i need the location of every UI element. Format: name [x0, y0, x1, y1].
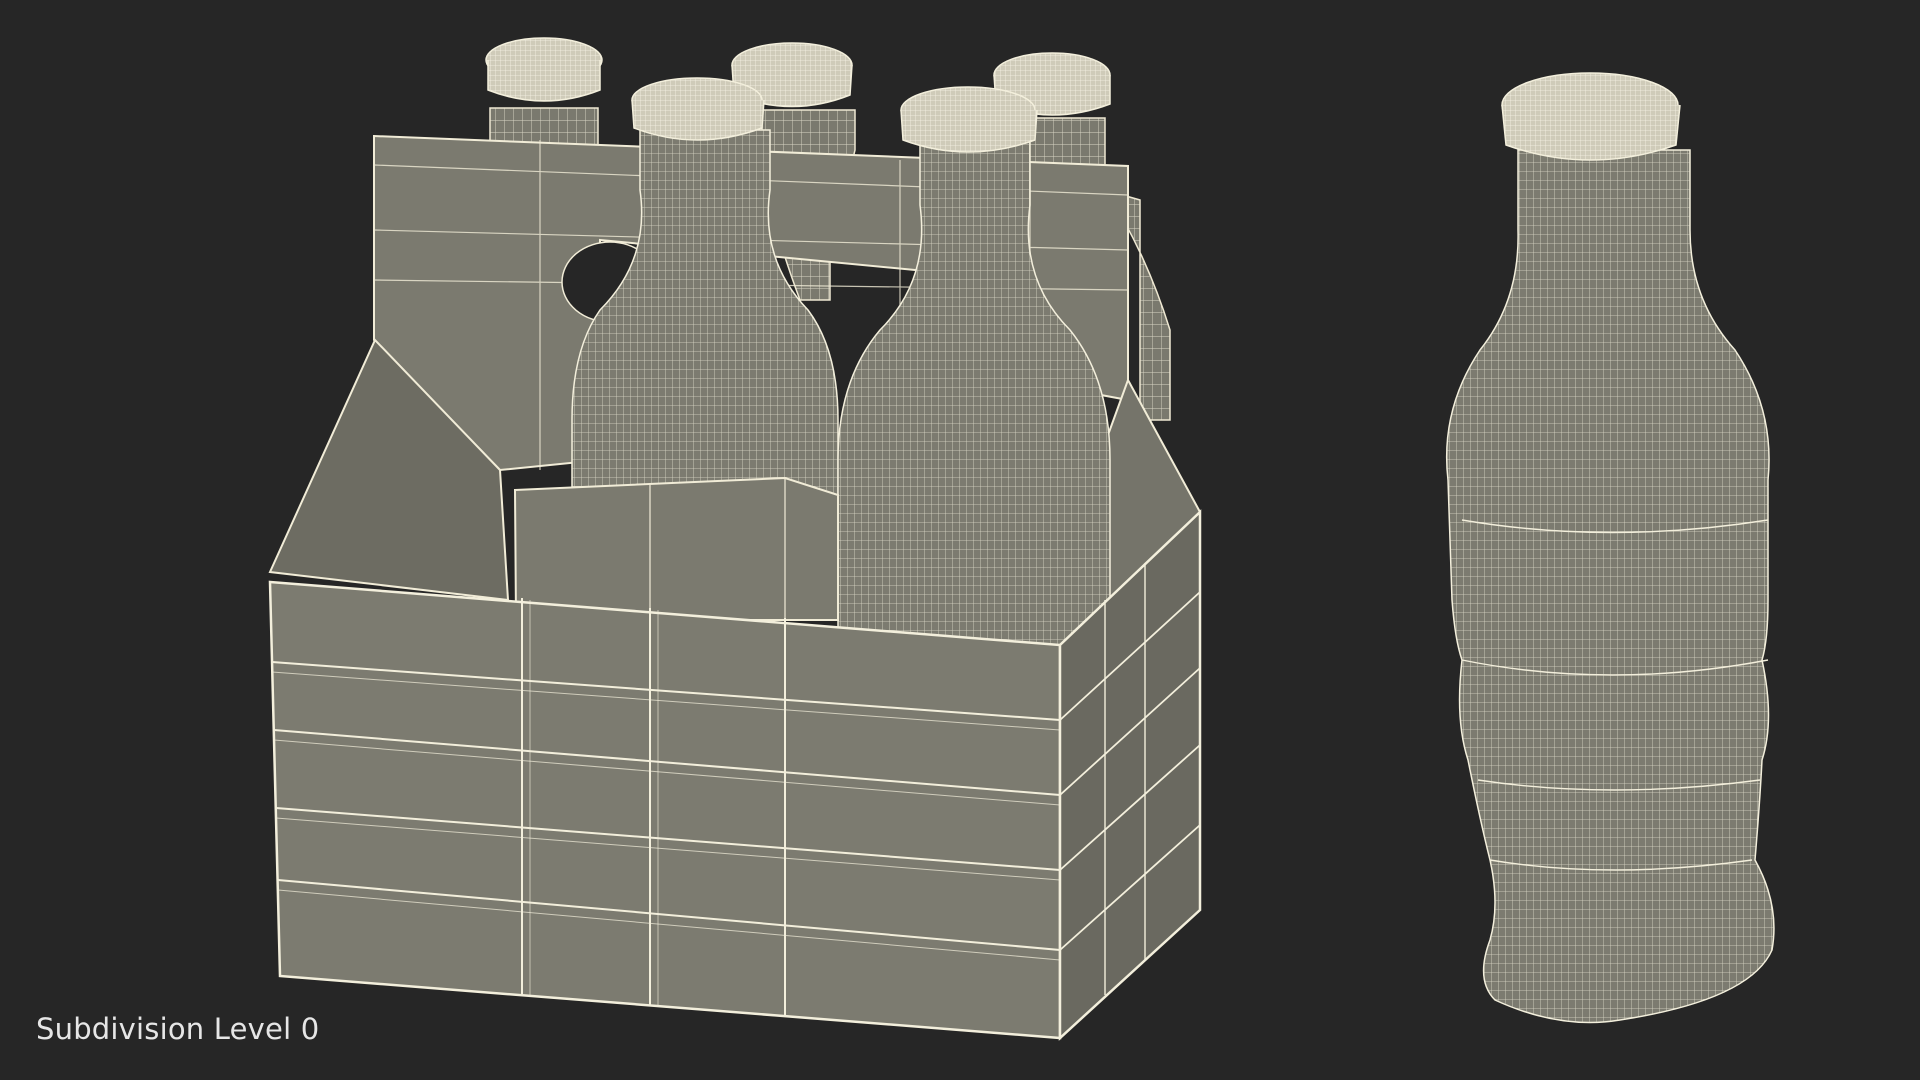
carrier-front-face [268, 580, 1062, 1040]
glass-bottle [1445, 72, 1775, 1024]
inner-divider [513, 476, 839, 621]
six-pack-carrier [268, 37, 1202, 1041]
viewport: Subdivision Level 0 [0, 0, 1920, 1080]
subdivision-level-caption: Subdivision Level 0 [36, 1012, 320, 1046]
render-canvas [268, 37, 1775, 1041]
